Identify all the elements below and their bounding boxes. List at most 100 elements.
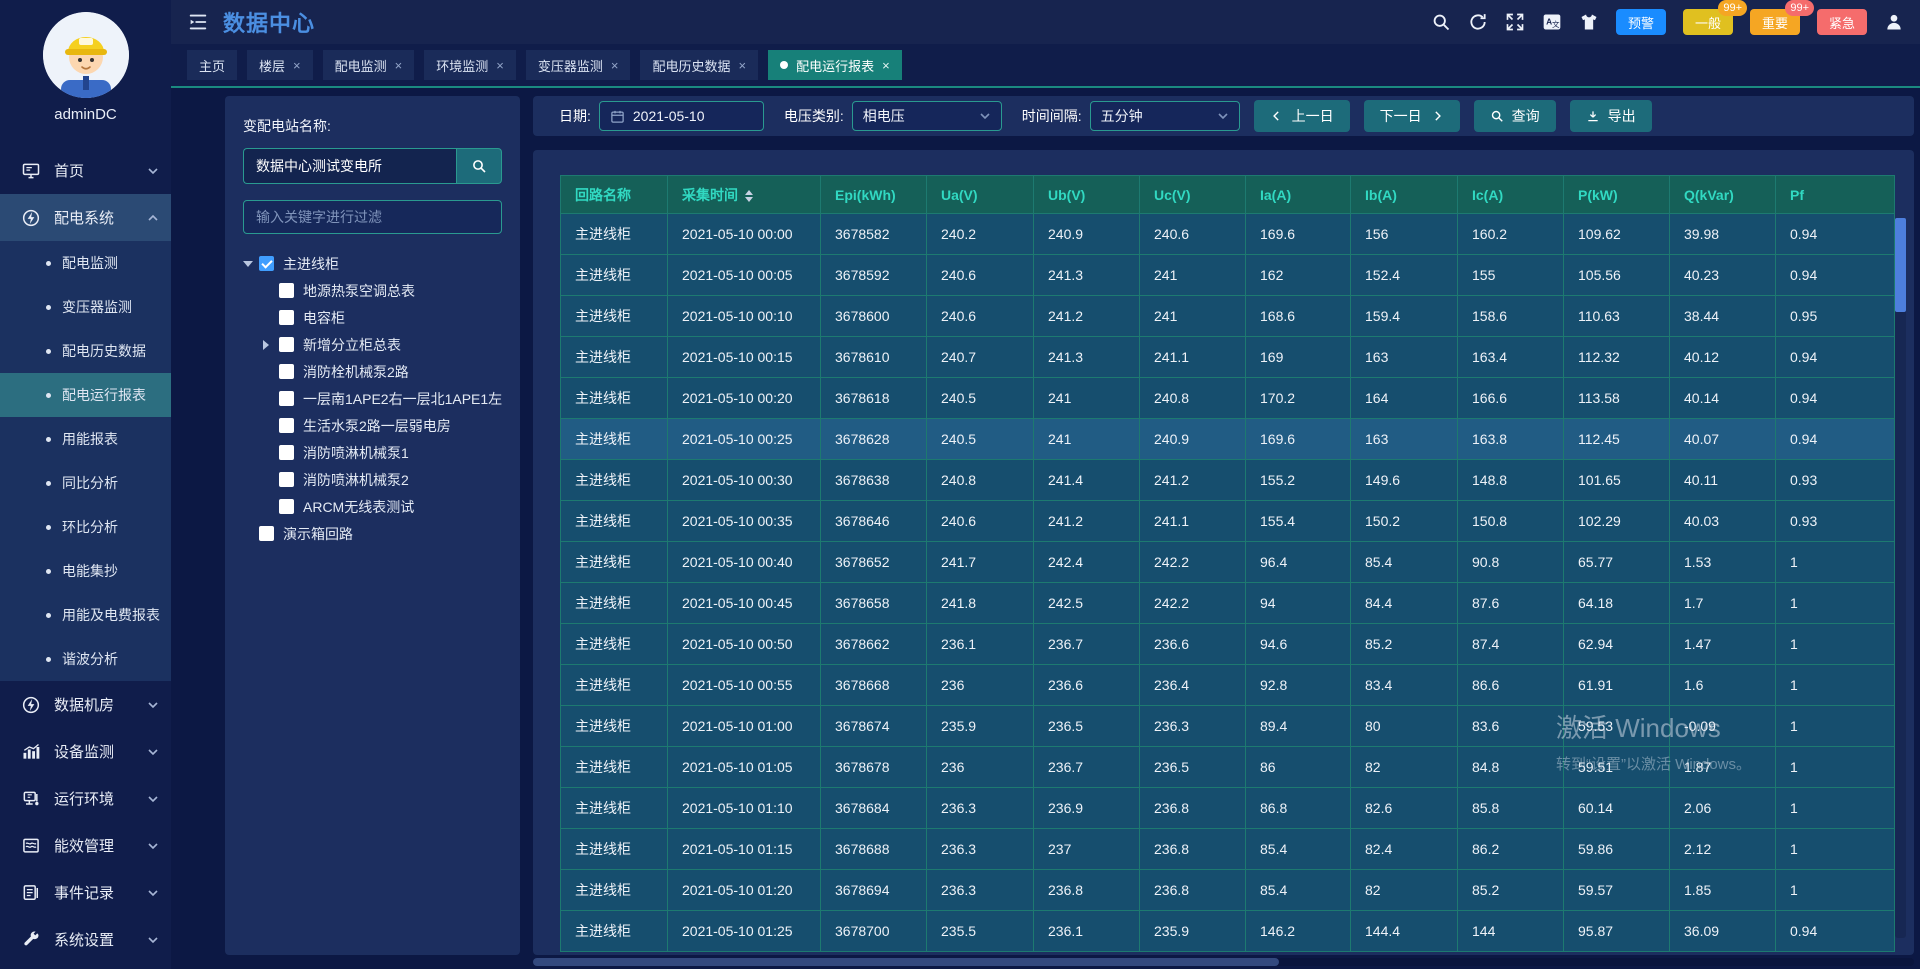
fullscreen-icon[interactable] [1505, 12, 1525, 32]
sidebar-subitem-yoy-analysis[interactable]: 同比分析 [0, 461, 171, 505]
table-row[interactable]: 主进线柜2021-05-10 00:503678662236.1236.7236… [561, 624, 1895, 665]
sidebar-item-device[interactable]: 设备监测 [0, 728, 171, 775]
sidebar-item-environment[interactable]: 运行环境 [0, 775, 171, 822]
sidebar-subitem-power-report[interactable]: 配电运行报表 [0, 373, 171, 417]
table-row[interactable]: 主进线柜2021-05-10 00:453678658241.8242.5242… [561, 583, 1895, 624]
export-button[interactable]: 导出 [1570, 100, 1652, 132]
voltage-type-select[interactable]: 相电压 [852, 101, 1002, 131]
tree-node[interactable]: 消防喷淋机械泵1 [243, 439, 502, 466]
tree-node[interactable]: 一层南1APE2右一层北1APE1左 [243, 385, 502, 412]
table-row[interactable]: 主进线柜2021-05-10 01:103678684236.3236.9236… [561, 788, 1895, 829]
checkbox-unchecked[interactable] [279, 337, 294, 352]
checkbox-unchecked[interactable] [279, 445, 294, 460]
tab-env-monitor[interactable]: 环境监测× [424, 50, 516, 80]
checkbox-checked[interactable] [259, 256, 274, 271]
vertical-scrollbar-track[interactable] [1895, 218, 1906, 938]
station-name-input[interactable]: 数据中心测试变电所 [243, 148, 456, 184]
tree-node[interactable]: 地源热泵空调总表 [243, 277, 502, 304]
query-button[interactable]: 查询 [1474, 100, 1556, 132]
sidebar-subitem-harmonic[interactable]: 谐波分析 [0, 637, 171, 681]
tab-close-icon[interactable]: × [496, 59, 504, 72]
tree-node[interactable]: ARCM无线表测试 [243, 493, 502, 520]
sidebar-item-events[interactable]: 事件记录 [0, 869, 171, 916]
table-row[interactable]: 主进线柜2021-05-10 00:303678638240.8241.4241… [561, 460, 1895, 501]
sidebar-collapse-icon[interactable] [187, 11, 209, 33]
tree-node[interactable]: 新增分立柜总表 [243, 331, 502, 358]
tab-close-icon[interactable]: × [293, 59, 301, 72]
tree-filter-input[interactable]: 输入关键字进行过滤 [243, 200, 502, 234]
tree-node[interactable]: 演示箱回路 [243, 520, 502, 547]
checkbox-unchecked[interactable] [279, 499, 294, 514]
table-row[interactable]: 主进线柜2021-05-10 00:203678618240.5241240.8… [561, 378, 1895, 419]
sidebar-subitem-mom-analysis[interactable]: 环比分析 [0, 505, 171, 549]
table-row[interactable]: 主进线柜2021-05-10 01:203678694236.3236.8236… [561, 870, 1895, 911]
sidebar-subitem-power-monitor[interactable]: 配电监测 [0, 241, 171, 285]
sidebar-subitem-energy-report[interactable]: 用能报表 [0, 417, 171, 461]
vertical-scrollbar-thumb[interactable] [1895, 218, 1906, 312]
user-icon[interactable] [1884, 12, 1904, 32]
tab-power-monitor[interactable]: 配电监测× [323, 50, 415, 80]
sidebar-subitem-energy-cost[interactable]: 用能及电费报表 [0, 593, 171, 637]
date-picker[interactable]: 2021-05-10 [599, 101, 764, 131]
tab-close-icon[interactable]: × [882, 59, 890, 72]
checkbox-unchecked[interactable] [279, 391, 294, 406]
tab-power-report[interactable]: 配电运行报表× [768, 50, 902, 80]
table-row[interactable]: 主进线柜2021-05-10 01:053678678236236.7236.5… [561, 747, 1895, 788]
sidebar-subitem-meter-reading[interactable]: 电能集抄 [0, 549, 171, 593]
sidebar-item-data-room[interactable]: 数据机房 [0, 681, 171, 728]
station-search-button[interactable] [456, 148, 502, 184]
alarm-urgent-button[interactable]: 紧急 [1817, 9, 1867, 35]
checkbox-unchecked[interactable] [259, 526, 274, 541]
sidebar-item-energy-mgmt[interactable]: 能效管理 [0, 822, 171, 869]
checkbox-unchecked[interactable] [279, 283, 294, 298]
table-row[interactable]: 主进线柜2021-05-10 00:353678646240.6241.2241… [561, 501, 1895, 542]
table-row[interactable]: 主进线柜2021-05-10 01:153678688236.3237236.8… [561, 829, 1895, 870]
sidebar-item-settings[interactable]: 系统设置 [0, 916, 171, 963]
search-icon[interactable] [1431, 12, 1451, 32]
table-row[interactable]: 主进线柜2021-05-10 00:053678592240.6241.3241… [561, 255, 1895, 296]
tree-node[interactable]: 消防喷淋机械泵2 [243, 466, 502, 493]
table-row[interactable]: 主进线柜2021-05-10 00:153678610240.7241.3241… [561, 337, 1895, 378]
tab-close-icon[interactable]: × [611, 59, 619, 72]
checkbox-unchecked[interactable] [279, 364, 294, 379]
tab-floor[interactable]: 楼层× [247, 50, 313, 80]
caret-collapsed-icon[interactable] [263, 340, 269, 350]
tree-node[interactable]: 消防栓机械泵2路 [243, 358, 502, 385]
table-row[interactable]: 主进线柜2021-05-10 00:103678600240.6241.2241… [561, 296, 1895, 337]
tab-transformer[interactable]: 变压器监测× [526, 50, 631, 80]
sidebar-subitem-power-history[interactable]: 配电历史数据 [0, 329, 171, 373]
horizontal-scrollbar[interactable] [533, 958, 1914, 966]
column-header[interactable]: 采集时间 [668, 176, 821, 214]
table-row[interactable]: 主进线柜2021-05-10 00:253678628240.5241240.9… [561, 419, 1895, 460]
table-cell: 236.4 [1140, 665, 1246, 706]
next-day-button[interactable]: 下一日 [1364, 100, 1460, 132]
tab-home[interactable]: 主页 [187, 50, 237, 80]
sidebar-item-power-system[interactable]: 配电系统 [0, 194, 171, 241]
table-row[interactable]: 主进线柜2021-05-10 00:403678652241.7242.4242… [561, 542, 1895, 583]
table-row[interactable]: 主进线柜2021-05-10 01:003678674235.9236.5236… [561, 706, 1895, 747]
caret-expanded-icon[interactable] [243, 261, 253, 267]
table-row[interactable]: 主进线柜2021-05-10 00:553678668236236.6236.4… [561, 665, 1895, 706]
sort-icon[interactable] [745, 190, 753, 202]
horizontal-scrollbar-thumb[interactable] [533, 958, 1279, 966]
checkbox-unchecked[interactable] [279, 310, 294, 325]
tree-node[interactable]: 生活水泵2路一层弱电房 [243, 412, 502, 439]
prev-day-button[interactable]: 上一日 [1254, 100, 1350, 132]
alarm-warning-button[interactable]: 预警 [1616, 9, 1666, 35]
tab-close-icon[interactable]: × [738, 59, 746, 72]
tree-node[interactable]: 主进线柜 [243, 250, 502, 277]
interval-select[interactable]: 五分钟 [1090, 101, 1240, 131]
sidebar-item-home[interactable]: 首页 [0, 147, 171, 194]
tree-node[interactable]: 电容柜 [243, 304, 502, 331]
tab-close-icon[interactable]: × [395, 59, 403, 72]
sidebar-subitem-transformer[interactable]: 变压器监测 [0, 285, 171, 329]
translate-icon[interactable]: A文 [1542, 12, 1562, 32]
refresh-icon[interactable] [1468, 12, 1488, 32]
theme-icon[interactable] [1579, 12, 1599, 32]
table-row[interactable]: 主进线柜2021-05-10 00:003678582240.2240.9240… [561, 214, 1895, 255]
tab-power-history[interactable]: 配电历史数据× [640, 50, 758, 80]
checkbox-unchecked[interactable] [279, 418, 294, 433]
avatar[interactable] [43, 12, 129, 98]
checkbox-unchecked[interactable] [279, 472, 294, 487]
table-row[interactable]: 主进线柜2021-05-10 01:253678700235.5236.1235… [561, 911, 1895, 952]
